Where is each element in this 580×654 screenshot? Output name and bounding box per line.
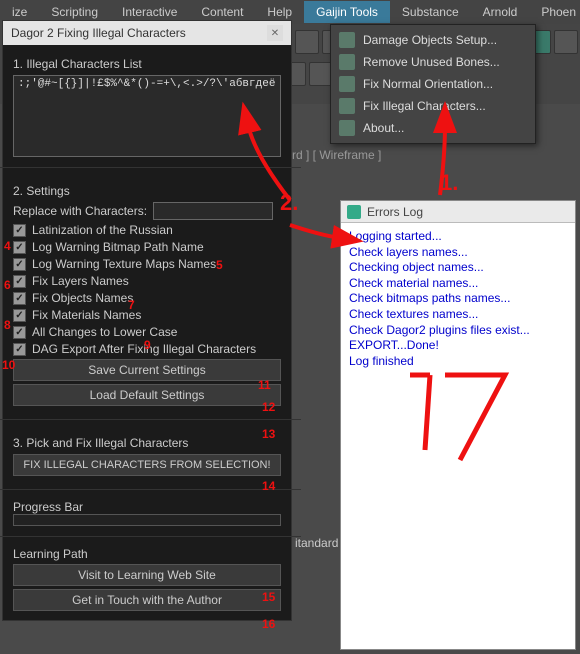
save-settings-button[interactable]: Save Current Settings [13,359,281,381]
menu-item-gaijin-tools[interactable]: Gaijin Tools [304,1,390,23]
log-line: Log finished [349,354,567,370]
progress-bar [13,514,281,526]
bone-icon [339,54,355,70]
checkbox[interactable] [13,326,26,339]
annotation-1: 1. [440,170,458,196]
replace-label: Replace with Characters: [13,204,147,218]
log-line: Check material names... [349,276,567,292]
log-line: Check Dagor2 plugins files exist... [349,323,567,339]
checkbox[interactable] [13,275,26,288]
contact-author-button[interactable]: Get in Touch with the Author [13,589,281,611]
log-line: Check layers names... [349,245,567,261]
menu-fix-normal[interactable]: Fix Normal Orientation... [331,73,535,95]
fix-icon [339,98,355,114]
menu-about[interactable]: About... [331,117,535,139]
fix-from-selection-button[interactable]: FIX ILLEGAL CHARACTERS FROM SELECTION! [13,454,281,476]
cb-label: Latinization of the Russian [32,223,173,237]
menu-item[interactable]: Arnold [471,1,530,23]
checkbox[interactable] [13,258,26,271]
visit-website-button[interactable]: Visit to Learning Web Site [13,564,281,586]
log-line: Checking object names... [349,260,567,276]
log-line: Check bitmaps paths names... [349,291,567,307]
checkbox[interactable] [13,292,26,305]
info-icon [339,120,355,136]
progress-label: Progress Bar [13,500,281,514]
log-line: Check textures names... [349,307,567,323]
illegal-chars-input[interactable]: :;'@#~[{}]|!£$%^&*()-=+\,<.>/?\'абвгдеё [13,75,281,157]
load-defaults-button[interactable]: Load Default Settings [13,384,281,406]
normal-icon [339,76,355,92]
cb-label: DAG Export After Fixing Illegal Characte… [32,342,256,356]
errors-log-window: Errors Log Logging started... Check laye… [340,200,576,650]
menu-remove-bones[interactable]: Remove Unused Bones... [331,51,535,73]
menu-label: Damage Objects Setup... [363,33,497,47]
menu-damage-objects[interactable]: Damage Objects Setup... [331,29,535,51]
dialog-titlebar[interactable]: Dagor 2 Fixing Illegal Characters ✕ [3,21,291,45]
log-icon [347,205,361,219]
fix-illegal-dialog: Dagor 2 Fixing Illegal Characters ✕ 1. I… [2,20,292,621]
menu-label: About... [363,121,404,135]
section-header: 1. Illegal Characters List [13,57,281,71]
cb-label: Fix Objects Names [32,291,133,305]
close-icon[interactable]: ✕ [267,25,283,41]
toolbar-icon[interactable] [295,30,319,54]
cb-label: Log Warning Texture Maps Names [32,257,216,271]
log-body: Logging started... Check layers names...… [341,223,575,375]
viewport-label: rd ] [ Wireframe ] [292,148,381,162]
viewport-label: itandard ] [295,536,345,550]
menu-label: Fix Normal Orientation... [363,77,493,91]
cb-label: Fix Layers Names [32,274,129,288]
cb-label: All Changes to Lower Case [32,325,177,339]
checkbox[interactable] [13,309,26,322]
checkbox[interactable] [13,343,26,356]
section-header: 3. Pick and Fix Illegal Characters [13,436,281,450]
log-title-text: Errors Log [367,205,423,219]
cb-label: Fix Materials Names [32,308,141,322]
log-line: EXPORT...Done! [349,338,567,354]
toolbar-icon[interactable] [554,30,578,54]
learning-label: Learning Path [13,547,281,561]
menu-item[interactable]: Phoen [529,1,580,23]
checkbox[interactable] [13,224,26,237]
log-line: Logging started... [349,229,567,245]
dialog-title-text: Dagor 2 Fixing Illegal Characters [11,26,186,40]
menu-label: Remove Unused Bones... [363,55,500,69]
log-titlebar[interactable]: Errors Log [341,201,575,223]
cb-label: Log Warning Bitmap Path Name [32,240,204,254]
checkbox[interactable] [13,241,26,254]
menu-label: Fix Illegal Characters... [363,99,486,113]
gear-icon [339,32,355,48]
menu-item[interactable]: Substance [390,1,471,23]
replace-input[interactable] [153,202,273,220]
section-header: 2. Settings [13,184,281,198]
gaijin-tools-dropdown: Damage Objects Setup... Remove Unused Bo… [330,24,536,144]
menu-fix-illegal[interactable]: Fix Illegal Characters... [331,95,535,117]
